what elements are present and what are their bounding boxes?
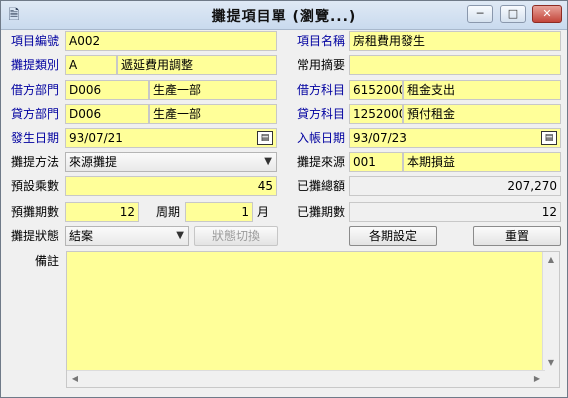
entry-date-field[interactable]: 93/07/23 ▤: [349, 128, 561, 148]
item-code-field[interactable]: A002: [65, 31, 277, 51]
chevron-down-icon: ▼: [176, 230, 184, 241]
occur-date-value: 93/07/21: [69, 131, 123, 145]
entry-date-value: 93/07/23: [353, 131, 407, 145]
status-select[interactable]: 結案 ▼: [65, 226, 189, 246]
vertical-scrollbar[interactable]: ▲ ▼: [542, 252, 559, 371]
entry-date-label: 入帳日期: [297, 131, 346, 145]
cycle-label: 周期: [156, 205, 181, 219]
periods-done-field: 12: [349, 202, 561, 222]
calendar-icon[interactable]: ▤: [541, 131, 557, 145]
periods-label: 預攤期數: [11, 205, 60, 219]
item-name-field[interactable]: 房租費用發生: [349, 31, 561, 51]
category-label: 攤提類別: [11, 58, 60, 72]
status-label: 攤提狀態: [11, 229, 60, 243]
summary-label: 常用摘要: [297, 58, 346, 72]
periods-field[interactable]: 12: [65, 202, 139, 222]
minimize-button[interactable]: ─: [467, 5, 493, 23]
source-name-field: 本期損益: [403, 152, 561, 172]
item-code-label: 項目編號: [11, 34, 60, 48]
method-label: 攤提方法: [11, 155, 60, 169]
debit-account-label: 借方科目: [297, 83, 346, 97]
method-select[interactable]: 來源攤提 ▼: [65, 152, 277, 172]
scrollbar-corner: [543, 371, 559, 387]
maximize-button[interactable]: □: [500, 5, 526, 23]
debit-account-code-field[interactable]: 6152000: [349, 80, 403, 100]
credit-dept-name-field: 生產一部: [149, 104, 277, 124]
title-bar: 🗎 攤提項目單 (瀏覽...) ─ □ ✕: [1, 1, 567, 30]
total-field: 207,270: [349, 176, 561, 196]
scroll-left-icon[interactable]: ◀: [67, 371, 83, 387]
cycle-unit: 月: [257, 205, 270, 219]
calendar-icon[interactable]: ▤: [257, 131, 273, 145]
status-switch-button[interactable]: 狀態切換: [194, 226, 278, 246]
category-name-field: 遞延費用調整: [117, 55, 277, 75]
credit-dept-code-field[interactable]: D006: [65, 104, 149, 124]
source-label: 攤提來源: [297, 155, 346, 169]
debit-dept-code-field[interactable]: D006: [65, 80, 149, 100]
item-name-label: 項目名稱: [297, 34, 346, 48]
memo-textarea[interactable]: ▲ ▼ ◀ ▶: [66, 251, 560, 388]
cycle-field[interactable]: 1: [185, 202, 253, 222]
occur-date-field[interactable]: 93/07/21 ▤: [65, 128, 277, 148]
credit-account-label: 貸方科目: [297, 107, 346, 121]
memo-label: 備註: [35, 254, 60, 268]
debit-account-name-field: 租金支出: [403, 80, 561, 100]
scroll-down-icon[interactable]: ▼: [543, 355, 559, 371]
total-label: 已攤總額: [297, 179, 346, 193]
method-value: 來源攤提: [69, 155, 118, 169]
window: 🗎 攤提項目單 (瀏覽...) ─ □ ✕ 項目編號 A002 攤提類別 A 遞…: [0, 0, 568, 398]
occur-date-label: 發生日期: [11, 131, 60, 145]
scroll-up-icon[interactable]: ▲: [543, 252, 559, 268]
chevron-down-icon: ▼: [264, 156, 272, 167]
multiplier-field[interactable]: 45: [65, 176, 277, 196]
credit-dept-label: 貸方部門: [11, 107, 60, 121]
debit-dept-label: 借方部門: [11, 83, 60, 97]
status-value: 結案: [69, 229, 94, 243]
debit-dept-name-field: 生產一部: [149, 80, 277, 100]
credit-account-name-field: 預付租金: [403, 104, 561, 124]
credit-account-code-field[interactable]: 1252000: [349, 104, 403, 124]
horizontal-scrollbar[interactable]: ◀ ▶: [67, 370, 545, 387]
period-settings-button[interactable]: 各期設定: [349, 226, 437, 246]
periods-done-label: 已攤期數: [297, 205, 346, 219]
summary-field[interactable]: [349, 55, 561, 75]
reset-button[interactable]: 重置: [473, 226, 561, 246]
source-code-field[interactable]: 001: [349, 152, 403, 172]
category-code-field[interactable]: A: [65, 55, 117, 75]
multiplier-label: 預設乘數: [11, 179, 60, 193]
close-button[interactable]: ✕: [532, 5, 562, 23]
